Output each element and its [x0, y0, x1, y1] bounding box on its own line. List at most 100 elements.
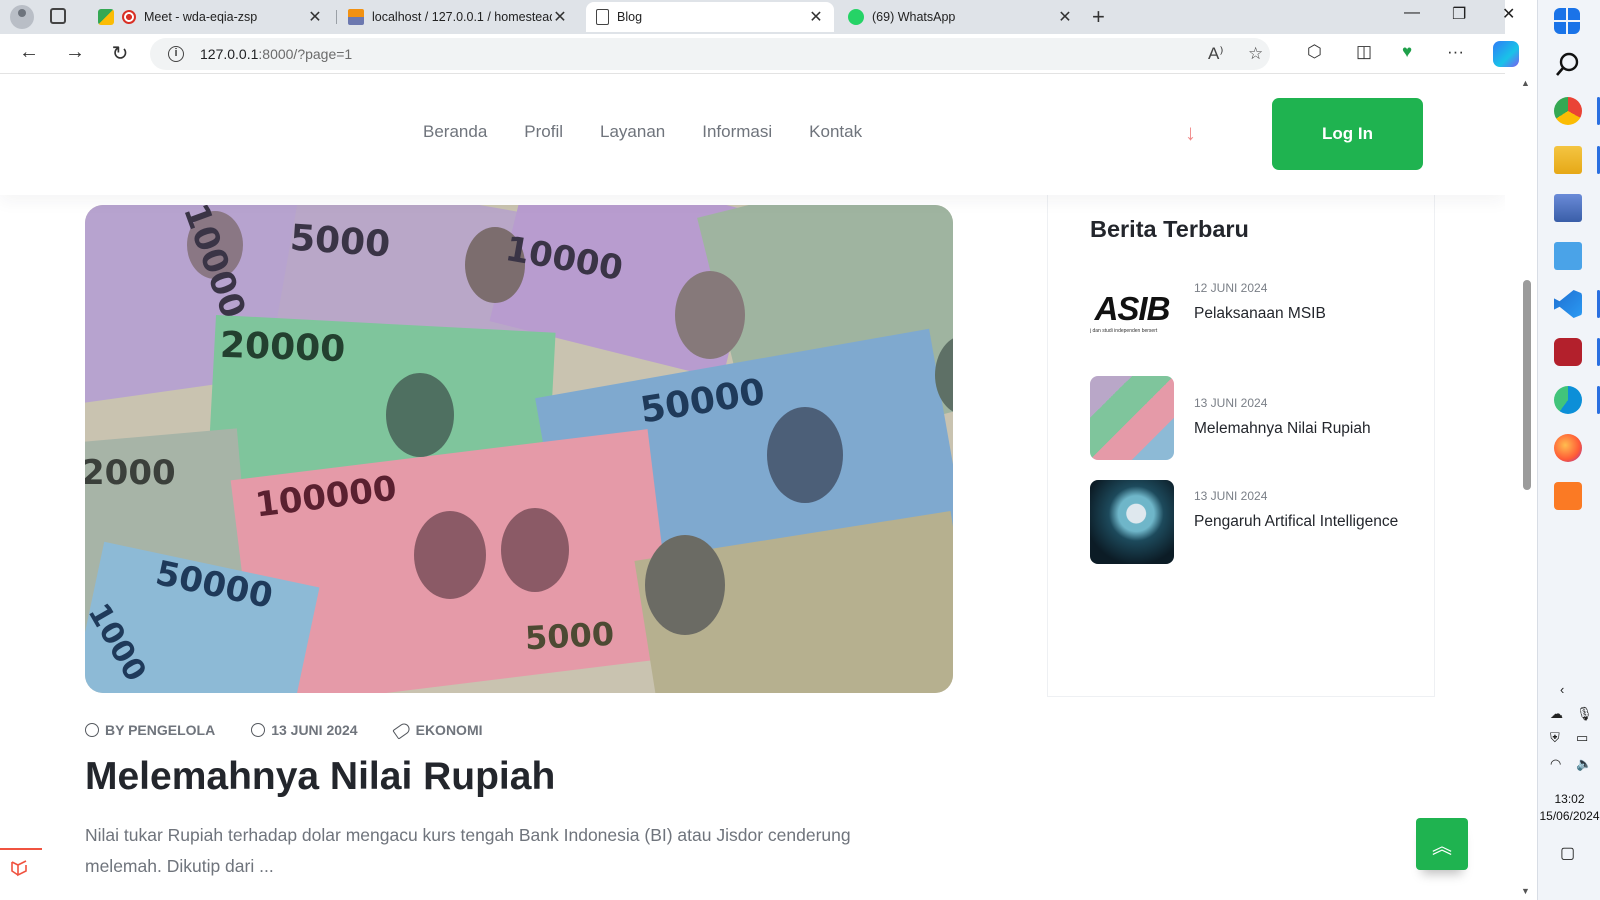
tab-separator [336, 10, 337, 24]
post-author[interactable]: BY PENGELOLA [85, 722, 215, 738]
browser-tab-strip: Meet - wda-eqia-zsp ✕ localhost / 127.0.… [0, 0, 1515, 34]
copilot-icon[interactable] [1493, 41, 1519, 67]
notifications-icon[interactable]: ▢ [1560, 843, 1575, 863]
windows-taskbar: ‹ ☁ 🎙 ⛨ ▭ ◠ 🔈 13:02 15/06/2024 ▢ [1537, 0, 1600, 900]
login-button[interactable]: Log In [1272, 98, 1423, 170]
arrow-down-icon[interactable]: ↓ [1185, 120, 1196, 146]
whatsapp-icon [848, 9, 864, 25]
news-item[interactable]: ASIB j dan studi independen bersert 12 J… [1090, 272, 1420, 356]
profile-icon[interactable] [10, 5, 34, 29]
news-thumbnail[interactable] [1090, 376, 1174, 460]
news-title[interactable]: Melemahnya Nilai Rupiah [1194, 417, 1404, 440]
taskbar-date[interactable]: 15/06/2024 [1538, 808, 1600, 825]
post-date: 13 JUNI 2024 [251, 722, 358, 738]
menu-item-kontak[interactable]: Kontak [809, 122, 862, 142]
chrome-icon[interactable] [1554, 97, 1582, 125]
read-aloud-icon[interactable]: A⁾ [1208, 44, 1224, 64]
msib-logo-caption: j dan studi independen bersert [1090, 328, 1158, 334]
news-date: 13 JUNI 2024 [1194, 489, 1268, 503]
scroll-up-arrow-icon[interactable]: ▲ [1521, 78, 1530, 88]
onedrive-icon[interactable]: ☁ [1550, 706, 1563, 722]
user-icon [85, 723, 99, 737]
vscode-icon[interactable] [1554, 290, 1582, 318]
laravel-icon [11, 860, 27, 877]
close-tab-icon[interactable]: ✕ [1057, 7, 1073, 27]
mendeley-icon[interactable] [1554, 338, 1582, 366]
tab-actions-icon[interactable] [50, 8, 66, 24]
xampp-icon[interactable] [1554, 482, 1582, 510]
more-menu-icon[interactable]: ··· [1447, 42, 1464, 62]
wifi-icon[interactable]: ◠ [1550, 756, 1561, 772]
scroll-down-arrow-icon[interactable]: ▼ [1521, 886, 1530, 896]
menu-item-profil[interactable]: Profil [524, 122, 563, 142]
search-icon[interactable] [1554, 50, 1582, 78]
news-item[interactable]: 13 JUNI 2024 Pengaruh Artifical Intellig… [1090, 480, 1420, 564]
back-icon[interactable]: ← [17, 41, 41, 64]
file-explorer-icon[interactable] [1554, 146, 1582, 174]
date-label: 13 JUNI 2024 [271, 722, 358, 738]
banknote-label: 20000 [219, 324, 346, 371]
page-viewport: Beranda Profil Layanan Informasi Kontak … [0, 75, 1505, 900]
microphone-icon[interactable]: 🎙 [1576, 706, 1593, 722]
close-window-icon[interactable]: ✕ [1502, 4, 1515, 24]
menu-item-informasi[interactable]: Informasi [702, 122, 772, 142]
double-chevron-up-icon: ︽ [1432, 835, 1452, 858]
banknote-label: 5000 [288, 217, 392, 266]
banknote-label: 2000 [85, 453, 176, 493]
news-title[interactable]: Pengaruh Artifical Intelligence [1194, 510, 1404, 533]
edge-icon[interactable] [1554, 386, 1582, 414]
taskbar-time[interactable]: 13:02 [1538, 791, 1600, 808]
close-tab-icon[interactable]: ✕ [307, 7, 323, 27]
windows-start-icon[interactable] [1554, 8, 1580, 34]
google-meet-icon [98, 9, 114, 25]
forward-icon[interactable]: → [63, 41, 87, 64]
site-info-icon[interactable]: i [168, 46, 184, 62]
control-panel-icon[interactable] [1554, 242, 1582, 270]
battery-icon[interactable]: ▭ [1576, 730, 1588, 746]
firefox-icon[interactable] [1554, 434, 1582, 462]
news-date: 12 JUNI 2024 [1194, 281, 1268, 295]
tab-phpmyadmin[interactable]: localhost / 127.0.0.1 / homestead ✕ [338, 2, 578, 32]
reload-icon[interactable]: ↻ [108, 41, 132, 66]
defender-icon[interactable]: ⛨ [1550, 730, 1560, 746]
scroll-to-top-button[interactable]: ︽ [1416, 818, 1468, 870]
news-title[interactable]: Pelaksanaan MSIB [1194, 302, 1404, 325]
url-text[interactable]: 127.0.0.1:8000/?page=1 [200, 46, 352, 62]
address-bar[interactable]: i 127.0.0.1:8000/?page=1 A⁾ ☆ [150, 38, 1270, 70]
volume-icon[interactable]: 🔈 [1576, 756, 1592, 772]
menu-item-layanan[interactable]: Layanan [600, 122, 665, 142]
split-screen-icon[interactable]: ◫ [1356, 42, 1372, 62]
browser-toolbar: ← → ↻ i 127.0.0.1:8000/?page=1 A⁾ ☆ ⬡ ◫ … [0, 34, 1519, 74]
scrollbar-thumb[interactable] [1523, 280, 1531, 490]
url-path: :8000/?page=1 [258, 46, 353, 62]
browser-essentials-icon[interactable]: ♥ [1402, 42, 1412, 62]
tab-title: (69) WhatsApp [872, 10, 956, 24]
new-tab-icon[interactable]: + [1092, 4, 1105, 30]
url-host: 127.0.0.1 [200, 46, 259, 62]
widget-title: Berita Terbaru [1090, 216, 1249, 242]
news-thumbnail[interactable] [1090, 480, 1174, 564]
chevron-left-icon[interactable]: ‹ [1560, 682, 1564, 697]
post-title[interactable]: Melemahnya Nilai Rupiah [85, 755, 555, 799]
clock-icon [251, 723, 266, 737]
phpmyadmin-icon [348, 9, 364, 25]
minimize-icon[interactable]: — [1404, 4, 1420, 22]
restore-icon[interactable]: ❐ [1452, 4, 1466, 24]
close-tab-icon[interactable]: ✕ [808, 7, 824, 27]
favorite-star-icon[interactable]: ☆ [1248, 44, 1263, 64]
post-category[interactable]: EKONOMI [391, 720, 483, 740]
news-thumbnail[interactable]: ASIB j dan studi independen bersert [1090, 272, 1174, 356]
tab-blog[interactable]: Blog ✕ [586, 2, 834, 32]
tab-meet[interactable]: Meet - wda-eqia-zsp ✕ [88, 2, 333, 32]
extensions-icon[interactable]: ⬡ [1307, 42, 1322, 62]
close-tab-icon[interactable]: ✕ [552, 7, 568, 27]
news-item[interactable]: 13 JUNI 2024 Melemahnya Nilai Rupiah [1090, 376, 1420, 460]
author-label: BY PENGELOLA [105, 722, 216, 738]
msib-logo-text: ASIB [1094, 290, 1171, 327]
tab-title: Blog [617, 10, 643, 24]
remote-desktop-icon[interactable] [1554, 194, 1582, 222]
tab-whatsapp[interactable]: (69) WhatsApp ✕ [838, 2, 1083, 32]
menu-item-beranda[interactable]: Beranda [423, 122, 487, 142]
laravel-debug-badge[interactable] [0, 848, 42, 886]
page-icon [596, 9, 609, 25]
